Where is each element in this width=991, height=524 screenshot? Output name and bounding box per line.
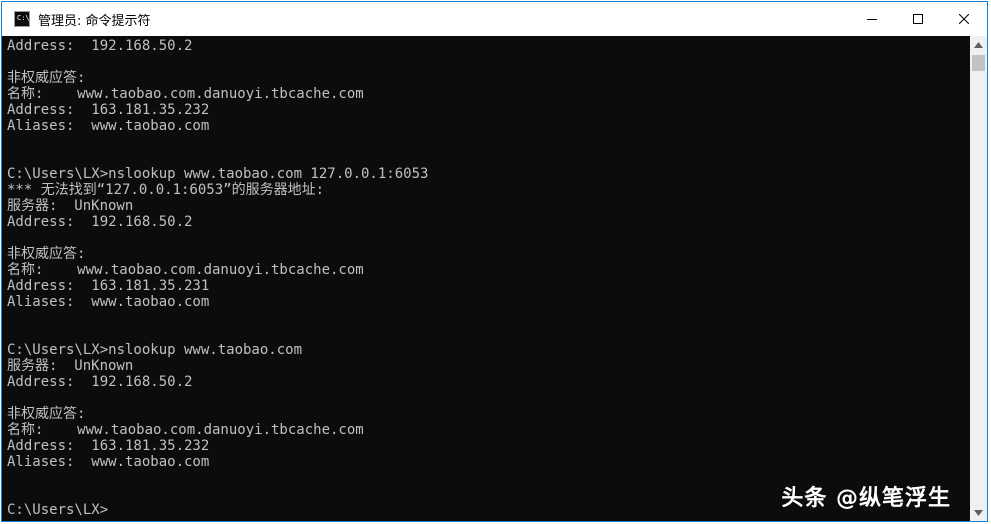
console-line: *** 无法找到“127.0.0.1:6053”的服务器地址: [7,182,325,198]
scroll-up-button[interactable] [970,36,987,53]
console-line: Address: 192.168.50.2 [7,374,193,390]
title-bar[interactable]: C:\ 管理员: 命令提示符 [2,2,987,36]
console-line: C:\Users\LX>nslookup www.taobao.com 127.… [7,166,429,182]
console-line: Address: 192.168.50.2 [7,38,193,54]
console-line: 名称: www.taobao.com.danuoyi.tbcache.com [7,86,364,102]
window-title: 管理员: 命令提示符 [38,13,151,29]
console-line: Aliases: www.taobao.com [7,294,210,310]
console-output[interactable]: Address: 192.168.50.2 非权威应答: 名称: www.tao… [2,36,971,521]
console-line: 服务器: UnKnown [7,358,134,374]
console-text: Address: 192.168.50.2 非权威应答: 名称: www.tao… [2,36,971,518]
console-line: Aliases: www.taobao.com [7,454,210,470]
cmd-icon-text: C:\ [17,14,30,22]
cmd-icon[interactable]: C:\ [14,11,30,27]
console-line: 非权威应答: [7,70,86,86]
console-line: 非权威应答: [7,246,86,262]
console-line: 服务器: UnKnown [7,198,134,214]
watermark: 头条 @纵笔浮生 [781,486,951,511]
console-line: 名称: www.taobao.com.danuoyi.tbcache.com [7,262,364,278]
console-line: Aliases: www.taobao.com [7,118,210,134]
console-line: 名称: www.taobao.com.danuoyi.tbcache.com [7,422,364,438]
console-line: Address: 163.181.35.232 [7,438,210,454]
window-controls [849,2,987,36]
console-line: C:\Users\LX>nslookup www.taobao.com [7,342,303,358]
maximize-button[interactable] [895,2,941,36]
console-line: Address: 163.181.35.231 [7,278,210,294]
scrollbar-thumb[interactable] [972,55,985,71]
console-line: Address: 163.181.35.232 [7,102,210,118]
console-line: C:\Users\LX> [7,502,109,518]
chevron-down-icon [974,509,983,516]
close-button[interactable] [941,2,987,36]
close-icon [959,14,969,24]
scroll-down-button[interactable] [970,504,987,521]
console-window: C:\ 管理员: 命令提示符 Address: 192.168.50.2 非权威… [1,1,988,522]
minimize-icon [867,19,877,20]
maximize-icon [913,14,923,24]
chevron-up-icon [974,41,983,48]
console-line: 非权威应答: [7,406,86,422]
console-line: Address: 192.168.50.2 [7,214,193,230]
minimize-button[interactable] [849,2,895,36]
vertical-scrollbar[interactable] [970,36,987,521]
